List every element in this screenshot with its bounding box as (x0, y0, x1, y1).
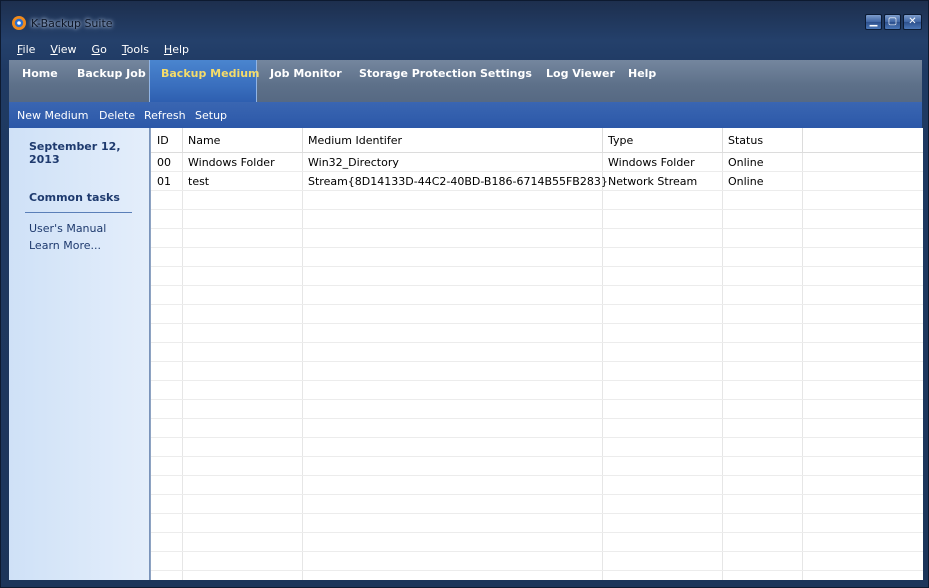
row-divider (151, 209, 923, 210)
window-controls: ▁ ▢ ✕ (865, 14, 922, 30)
row-divider (151, 171, 923, 172)
close-button[interactable]: ✕ (903, 14, 922, 30)
minimize-icon: ▁ (869, 16, 878, 27)
cell-id: 01 (157, 175, 171, 188)
menu-go-label: o (100, 43, 107, 56)
row-divider (151, 418, 923, 419)
current-date: September 12, 2013 (29, 140, 121, 166)
maximize-icon: ▢ (887, 16, 898, 27)
row-divider (151, 304, 923, 305)
row-divider (151, 361, 923, 362)
row-divider (151, 190, 923, 191)
row-divider (151, 532, 923, 533)
refresh-button[interactable]: Refresh (144, 109, 186, 122)
common-tasks-heading: Common tasks (29, 191, 120, 204)
cell-name: test (188, 175, 210, 188)
column-header-name[interactable]: Name (182, 128, 303, 152)
row-divider (151, 399, 923, 400)
cell-name: Windows Folder (188, 156, 275, 169)
row-divider (151, 551, 923, 552)
app-logo-icon (11, 15, 27, 31)
tab-settings[interactable]: Settings (480, 60, 532, 102)
table-header: ID Name Medium Identifer Type Status (151, 128, 923, 153)
menu-help[interactable]: Help (156, 41, 196, 59)
menu-help-label: elp (172, 43, 190, 56)
cell-identifier: Stream{8D14133D-44C2-40BD-B186-6714B55FB… (308, 175, 608, 188)
window-title: K-Backup Suite (31, 17, 113, 30)
cell-id: 00 (157, 156, 171, 169)
tab-job-monitor[interactable]: Job Monitor (270, 60, 342, 102)
minimize-button[interactable]: ▁ (865, 14, 882, 30)
column-header-id[interactable]: ID (151, 128, 183, 152)
tab-help[interactable]: Help (628, 60, 656, 102)
menu-view-label: iew (57, 43, 77, 56)
close-icon: ✕ (908, 16, 917, 27)
row-divider (151, 570, 923, 571)
cell-type: Windows Folder (608, 156, 695, 169)
setup-button[interactable]: Setup (195, 109, 227, 122)
menu-file-label: ile (22, 43, 36, 56)
cell-identifier: Win32_Directory (308, 156, 399, 169)
menu-tools-label: ools (126, 43, 149, 56)
row-divider (151, 323, 923, 324)
column-header-identifier[interactable]: Medium Identifer (302, 128, 603, 152)
row-divider (151, 437, 923, 438)
column-header-status[interactable]: Status (722, 128, 803, 152)
row-divider (151, 228, 923, 229)
row-divider (151, 475, 923, 476)
new-medium-button[interactable]: New Medium (17, 109, 88, 122)
row-divider (151, 494, 923, 495)
row-divider (151, 266, 923, 267)
cell-type: Network Stream (608, 175, 698, 188)
tab-backup-medium[interactable]: Backup Medium (149, 60, 260, 102)
tab-log-viewer[interactable]: Log Viewer (546, 60, 615, 102)
tab-backup-job[interactable]: Backup Job (77, 60, 146, 102)
cell-status: Online (728, 156, 764, 169)
menu-help-accel: H (163, 43, 173, 56)
menu-go-accel: G (91, 43, 101, 56)
column-header-type[interactable]: Type (602, 128, 723, 152)
tab-storage-protection[interactable]: Storage Protection (359, 60, 476, 102)
learn-more-link[interactable]: Learn More... (29, 239, 101, 252)
row-divider (151, 247, 923, 248)
task-sidebar: September 12, 2013 Common tasks User's M… (9, 128, 150, 580)
maximize-button[interactable]: ▢ (884, 14, 901, 30)
menu-tools[interactable]: Tools (114, 41, 156, 59)
row-divider (151, 513, 923, 514)
menu-file[interactable]: File (9, 41, 42, 59)
sidebar-divider (25, 212, 132, 213)
users-manual-link[interactable]: User's Manual (29, 222, 106, 235)
medium-list-table: ID Name Medium Identifer Type Status 00 … (150, 128, 923, 580)
main-tab-bar: Home Backup Job Backup Medium Job Monito… (9, 60, 922, 102)
tab-home[interactable]: Home (22, 60, 58, 102)
menu-view[interactable]: View (42, 41, 83, 59)
title-bar[interactable]: K-Backup Suite ▁ ▢ ✕ (1, 1, 928, 37)
menu-view-accel: V (50, 43, 58, 56)
row-divider (151, 380, 923, 381)
row-divider (151, 342, 923, 343)
toolbar: New Medium Delete Refresh Setup (9, 102, 922, 128)
app-window: K-Backup Suite ▁ ▢ ✕ File View Go Tools … (0, 0, 929, 588)
row-divider (151, 456, 923, 457)
row-divider (151, 285, 923, 286)
menu-go[interactable]: Go (84, 41, 114, 59)
delete-button[interactable]: Delete (99, 109, 135, 122)
cell-status: Online (728, 175, 764, 188)
menu-bar: File View Go Tools Help (9, 41, 196, 59)
